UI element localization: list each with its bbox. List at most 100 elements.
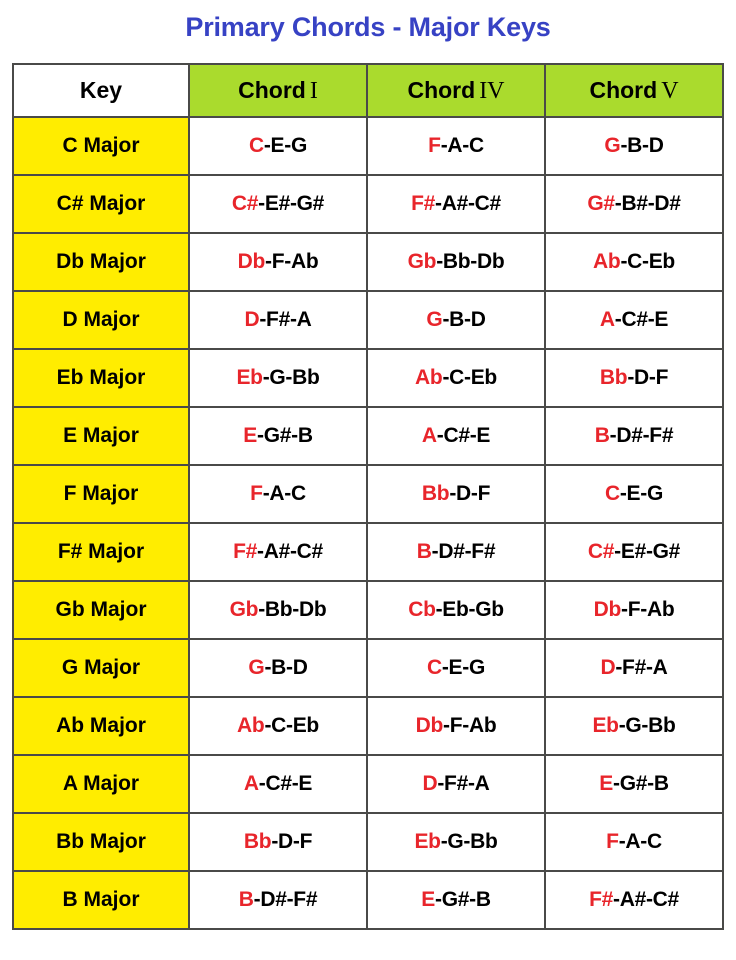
chord-root: A — [599, 308, 615, 331]
chord-root: D — [422, 772, 438, 795]
chord-remaining-notes: -A#-C# — [435, 192, 501, 215]
chord-iv-cell: Cb-Eb-Gb — [366, 580, 546, 640]
chord-root: F# — [233, 540, 258, 563]
chord-remaining-notes: -G-Bb — [262, 366, 320, 389]
chord-root: G# — [587, 192, 615, 215]
key-cell: Gb Major — [12, 580, 190, 640]
chord-remaining-notes: -C-Eb — [264, 714, 319, 737]
chord-i-cell: Gb-Bb-Db — [188, 580, 368, 640]
key-label: Eb Major — [56, 366, 146, 389]
key-cell: C# Major — [12, 174, 190, 234]
chord-iv-cell: E-G#-B — [366, 870, 546, 930]
page-title: Primary Chords - Major Keys — [185, 12, 551, 42]
chord-root: Eb — [236, 366, 263, 389]
key-cell: A Major — [12, 754, 190, 814]
chord-remaining-notes: -B-D — [620, 134, 664, 157]
chord-root: B — [416, 540, 432, 563]
key-label: Bb Major — [56, 830, 146, 853]
key-label: Db Major — [56, 250, 146, 273]
key-label: E Major — [63, 424, 139, 447]
chord-remaining-notes: -F#-A — [615, 656, 668, 679]
chord-i-cell: Db-F-Ab — [188, 232, 368, 292]
chord-root: Bb — [599, 366, 628, 389]
chord-remaining-notes: -D-F — [449, 482, 491, 505]
column-header-chord-v-numeral: V — [661, 77, 679, 104]
chord-root: Ab — [237, 714, 265, 737]
chord-v-cell: Bb-D-F — [544, 348, 724, 408]
chord-iv-cell: F-A-C — [366, 116, 546, 176]
chord-root: A — [243, 772, 259, 795]
chord-remaining-notes: -G-Bb — [618, 714, 676, 737]
column-header-chord-v: Chord V — [544, 63, 724, 118]
chord-iv-cell: F#-A#-C# — [366, 174, 546, 234]
table-header: Key Chord I Chord IV Chord V — [12, 63, 724, 118]
chord-remaining-notes: -B-D — [442, 308, 486, 331]
table-row: E Major E-G#-B A-C#-E B-D#-F# — [12, 406, 724, 466]
column-header-key-label: Key — [79, 77, 123, 103]
key-cell: F Major — [12, 464, 190, 524]
chord-root: C — [248, 134, 264, 157]
chord-v-cell: C-E-G — [544, 464, 724, 524]
chord-root: Cb — [408, 598, 436, 621]
chord-root: D — [244, 308, 260, 331]
chord-root: C# — [587, 540, 615, 563]
chord-root: F — [428, 134, 441, 157]
chord-root: C — [426, 656, 442, 679]
key-label: F Major — [63, 482, 139, 505]
chord-root: E — [243, 424, 258, 447]
chord-remaining-notes: -G#-B — [257, 424, 313, 447]
column-header-chord-iv-numeral: IV — [479, 77, 505, 104]
chord-root: Db — [593, 598, 622, 621]
table-row: Eb Major Eb-G-Bb Ab-C-Eb Bb-D-F — [12, 348, 724, 408]
chord-i-cell: Eb-G-Bb — [188, 348, 368, 408]
chord-remaining-notes: -A-C — [618, 830, 662, 853]
page-root: Primary Chords - Major Keys Key Chord I C… — [0, 0, 736, 960]
chord-remaining-notes: -B#-D# — [614, 192, 681, 215]
chord-remaining-notes: -F-Ab — [265, 250, 319, 273]
key-label: Gb Major — [55, 598, 147, 621]
chord-root: C — [604, 482, 620, 505]
column-header-key: Key — [12, 63, 190, 118]
chord-remaining-notes: -D#-F# — [431, 540, 496, 563]
column-header-chord-i-numeral: I — [309, 77, 318, 104]
key-cell: D Major — [12, 290, 190, 350]
chord-remaining-notes: -C-Eb — [620, 250, 675, 273]
chord-root: Gb — [407, 250, 437, 273]
chord-remaining-notes: -G-Bb — [440, 830, 498, 853]
chord-root: Eb — [414, 830, 441, 853]
key-label: Ab Major — [56, 714, 146, 737]
chord-v-cell: G-B-D — [544, 116, 724, 176]
chord-root: Db — [415, 714, 444, 737]
chord-remaining-notes: -A-C — [262, 482, 306, 505]
chord-root: E — [421, 888, 436, 911]
key-cell: G Major — [12, 638, 190, 698]
chord-remaining-notes: -D#-F# — [609, 424, 674, 447]
table-row: C Major C-E-G F-A-C G-B-D — [12, 116, 724, 176]
chord-root: Db — [237, 250, 266, 273]
chord-remaining-notes: -D-F — [627, 366, 669, 389]
table-row: Bb Major Bb-D-F Eb-G-Bb F-A-C — [12, 812, 724, 872]
key-cell: C Major — [12, 116, 190, 176]
chord-root: G — [248, 656, 265, 679]
key-cell: B Major — [12, 870, 190, 930]
chord-iv-cell: B-D#-F# — [366, 522, 546, 582]
key-cell: Bb Major — [12, 812, 190, 872]
chord-remaining-notes: -F-Ab — [621, 598, 675, 621]
primary-chords-table: Key Chord I Chord IV Chord V C Major C-E-G F-… — [12, 63, 724, 930]
chord-remaining-notes: -C#-E — [614, 308, 669, 331]
chord-i-cell: F-A-C — [188, 464, 368, 524]
chord-root: G — [426, 308, 443, 331]
chord-iv-cell: Eb-G-Bb — [366, 812, 546, 872]
chord-v-cell: Ab-C-Eb — [544, 232, 724, 292]
key-cell: E Major — [12, 406, 190, 466]
table-row: Ab Major Ab-C-Eb Db-F-Ab Eb-G-Bb — [12, 696, 724, 756]
chord-v-cell: C#-E#-G# — [544, 522, 724, 582]
chord-remaining-notes: -E-G — [619, 482, 663, 505]
chord-remaining-notes: -C#-E — [436, 424, 491, 447]
chord-v-cell: Eb-G-Bb — [544, 696, 724, 756]
chord-remaining-notes: -D#-F# — [253, 888, 318, 911]
key-label: B Major — [62, 888, 140, 911]
chord-i-cell: G-B-D — [188, 638, 368, 698]
column-header-chord-v-word: Chord — [589, 76, 658, 103]
chord-root: F — [606, 830, 619, 853]
